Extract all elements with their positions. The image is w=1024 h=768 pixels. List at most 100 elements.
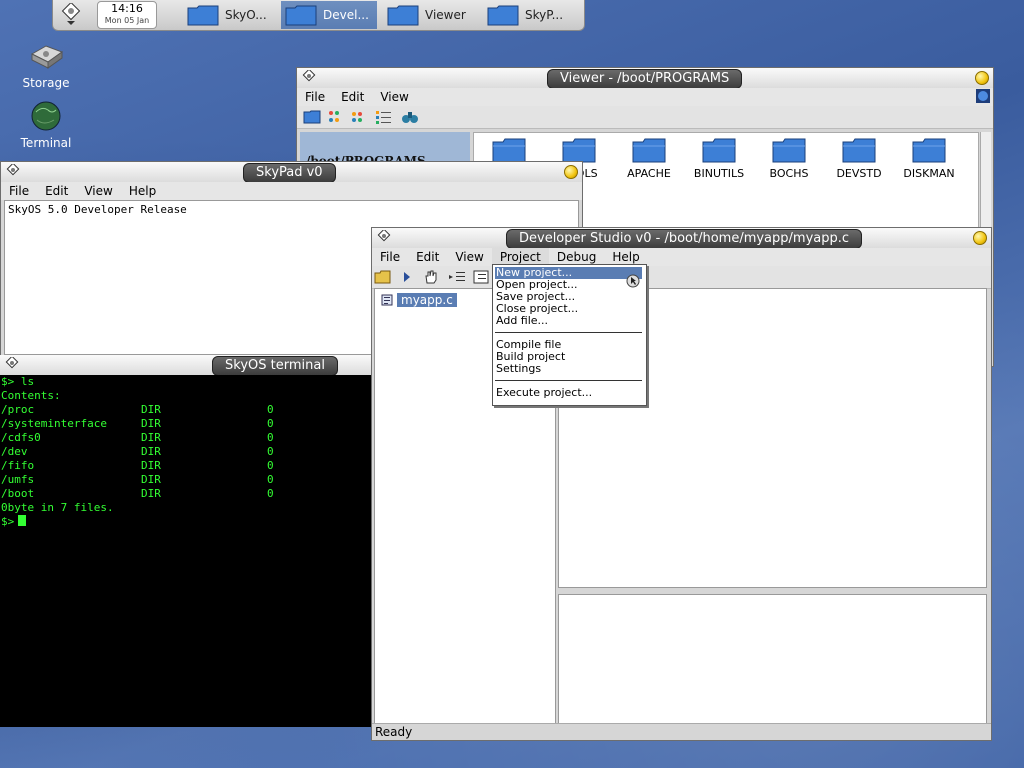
terminal-listing-row: /fifo DIR 0 xyxy=(1,459,375,473)
entry-size: 0 xyxy=(267,417,274,430)
folder-icon xyxy=(187,5,219,26)
terminal-listing-row: /proc DIR 0 xyxy=(1,403,375,417)
folder-open-icon[interactable] xyxy=(303,109,321,125)
entry-size: 0 xyxy=(267,459,274,472)
viewer-scrollbar[interactable] xyxy=(980,132,991,232)
folder-item[interactable]: DISKMAN xyxy=(894,137,964,180)
menu-item-settings[interactable]: Settings xyxy=(495,363,542,375)
folder-icon xyxy=(487,5,519,26)
terminal-output[interactable]: $> ls Contents: /proc DIR 0 /systeminterfa… xyxy=(0,375,375,727)
skypad-menubar: File Edit View Help xyxy=(1,182,582,200)
desktop-icon-storage[interactable]: Storage xyxy=(11,40,81,90)
folder-item[interactable]: BINUTILS xyxy=(684,137,754,180)
desktop-icon-terminal[interactable]: Terminal xyxy=(11,100,81,150)
devstudio-titlebar[interactable]: Developer Studio v0 - /boot/home/myapp/m… xyxy=(372,228,991,249)
menu-edit[interactable]: Edit xyxy=(408,248,447,266)
binoculars-icon[interactable] xyxy=(401,109,419,125)
status-bar: Ready xyxy=(372,723,991,740)
entry-size: 0 xyxy=(267,473,274,486)
folder-icon xyxy=(492,138,526,163)
menu-file[interactable]: File xyxy=(297,88,333,106)
output-pane[interactable] xyxy=(558,594,987,724)
window-title: SkyPad v0 xyxy=(243,163,336,183)
menu-item-execute-project[interactable]: Execute project... xyxy=(495,387,593,399)
folder-icon xyxy=(772,138,806,163)
menu-edit[interactable]: Edit xyxy=(37,182,76,200)
folder-label: BINUTILS xyxy=(693,167,745,180)
window-title: Developer Studio v0 - /boot/home/myapp/m… xyxy=(506,229,863,249)
menu-separator xyxy=(495,332,642,333)
run-icon[interactable] xyxy=(398,269,416,285)
window-logo-icon[interactable] xyxy=(5,164,21,180)
folder-item[interactable]: DEVSTD xyxy=(824,137,894,180)
folder-icon xyxy=(702,138,736,163)
folder-icon xyxy=(387,5,419,26)
viewer-titlebar[interactable]: Viewer - /boot/PROGRAMS xyxy=(297,68,993,89)
entry-type: DIR xyxy=(141,459,161,472)
desktop-icon-label: Terminal xyxy=(20,136,72,150)
window-close-button[interactable] xyxy=(975,71,989,85)
entry-type: DIR xyxy=(141,445,161,458)
folder-item[interactable]: BOCHS xyxy=(754,137,824,180)
desktop-icon-label: Storage xyxy=(22,76,70,90)
tree-item-file[interactable]: myapp.c xyxy=(381,293,457,307)
folder-label: DISKMAN xyxy=(903,167,955,180)
folder-icon xyxy=(285,5,317,26)
skyos-logo-icon[interactable] xyxy=(57,3,85,27)
taskbar-button-label: SkyP... xyxy=(525,8,564,22)
source-file-icon xyxy=(381,294,393,306)
folder-item[interactable]: APACHE xyxy=(614,137,684,180)
window-title: Viewer - /boot/PROGRAMS xyxy=(547,69,743,89)
taskbar-button-devel[interactable]: Devel... xyxy=(281,1,377,29)
taskbar-button-viewer[interactable]: Viewer xyxy=(383,1,479,29)
menu-item-add-file[interactable]: Add file... xyxy=(495,315,549,327)
globe-icon xyxy=(31,101,61,131)
menu-view[interactable]: View xyxy=(447,248,491,266)
large-icons-view-icon[interactable] xyxy=(327,109,345,125)
menu-view[interactable]: View xyxy=(372,88,416,106)
skypad-titlebar[interactable]: SkyPad v0 xyxy=(1,162,582,183)
terminal-prompt-line[interactable]: $> xyxy=(1,515,375,529)
window-logo-icon[interactable] xyxy=(4,357,20,373)
taskbar-button-skyos[interactable]: SkyO... xyxy=(183,1,279,29)
menu-help[interactable]: Help xyxy=(121,182,164,200)
window-close-button[interactable] xyxy=(564,165,578,179)
list-view-icon[interactable] xyxy=(375,109,393,125)
terminal-prompt: $> xyxy=(1,515,15,528)
menu-file[interactable]: File xyxy=(1,182,37,200)
entry-size: 0 xyxy=(267,403,274,416)
folder-icon xyxy=(562,138,596,163)
window-logo-icon[interactable] xyxy=(301,70,317,86)
taskbar-button-label: Viewer xyxy=(425,8,466,22)
globe-icon[interactable] xyxy=(976,89,990,103)
entry-name: /fifo xyxy=(1,459,35,472)
entry-name: /systeminterface xyxy=(1,417,107,430)
menu-edit[interactable]: Edit xyxy=(333,88,372,106)
entry-name: /boot xyxy=(1,487,35,500)
step-over-icon[interactable] xyxy=(472,269,490,285)
menu-file[interactable]: File xyxy=(372,248,408,266)
folder-label: BOCHS xyxy=(769,167,809,180)
terminal-line: Contents: xyxy=(1,389,61,402)
folder-label: APACHE xyxy=(627,167,671,180)
pointer-cursor-icon xyxy=(626,274,640,288)
taskbar-button-skypad[interactable]: SkyP... xyxy=(483,1,579,29)
terminal-titlebar[interactable]: SkyOS terminal xyxy=(0,355,375,376)
window-title: SkyOS terminal xyxy=(212,356,338,376)
terminal-listing-row: /systeminterface DIR 0 xyxy=(1,417,375,431)
entry-name: /cdfs0 xyxy=(1,431,41,444)
storage-icon xyxy=(30,45,64,69)
viewer-menubar: File Edit View xyxy=(297,88,993,106)
project-dropdown-menu: New project... Open project... Save proj… xyxy=(492,264,647,406)
open-folder-icon[interactable] xyxy=(374,269,392,285)
hand-icon[interactable] xyxy=(422,269,440,285)
entry-name: /umfs xyxy=(1,473,35,486)
window-logo-icon[interactable] xyxy=(376,230,392,246)
entry-name: /proc xyxy=(1,403,35,416)
entry-type: DIR xyxy=(141,431,161,444)
window-close-button[interactable] xyxy=(973,231,987,245)
entry-type: DIR xyxy=(141,417,161,430)
small-icons-view-icon[interactable] xyxy=(351,109,369,125)
step-into-icon[interactable] xyxy=(448,269,466,285)
menu-view[interactable]: View xyxy=(76,182,120,200)
